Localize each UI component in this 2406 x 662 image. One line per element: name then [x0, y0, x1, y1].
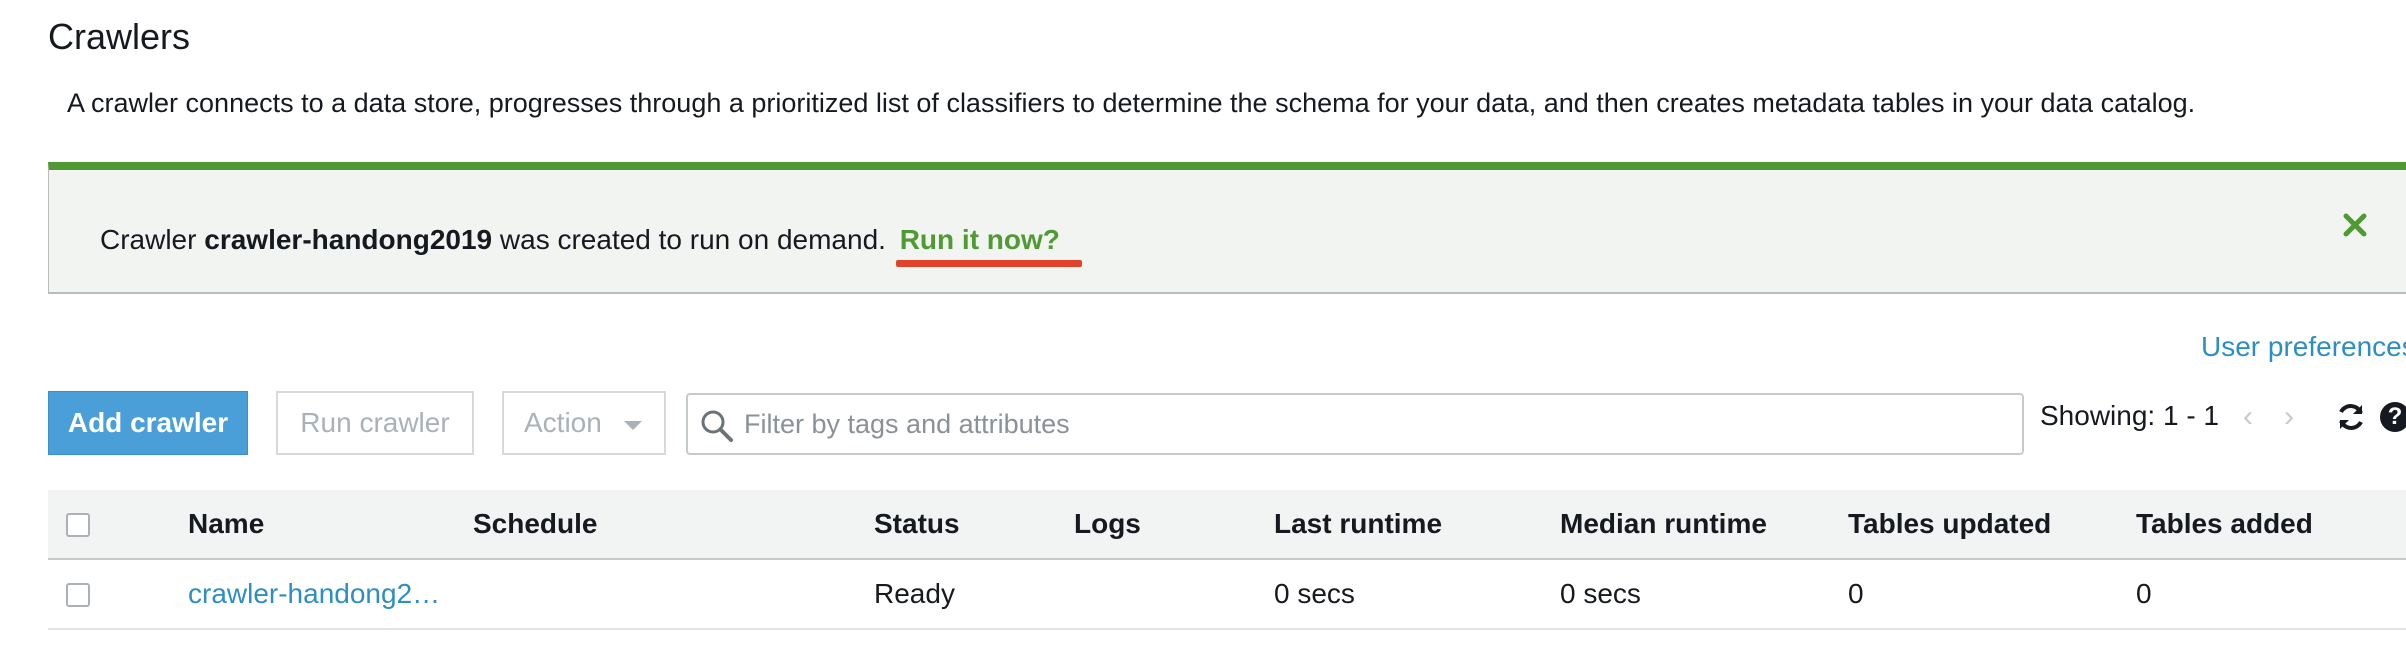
page-description: A crawler connects to a data store, prog… — [67, 88, 2196, 118]
refresh-icon[interactable] — [2335, 401, 2367, 433]
search-icon — [701, 410, 733, 442]
page-title: Crawlers — [48, 16, 191, 57]
pagination-showing: Showing: 1 - 1 — [2040, 400, 2219, 431]
run-it-now-link[interactable]: Run it now? — [900, 224, 1060, 255]
close-icon[interactable] — [2340, 210, 2370, 240]
chevron-left-icon[interactable]: ‹ — [2243, 400, 2253, 434]
column-header-median-runtime[interactable]: Median runtime — [1560, 508, 1767, 540]
filter-input[interactable] — [744, 395, 2014, 453]
column-header-tables-added[interactable]: Tables added — [2136, 508, 2313, 540]
caret-down-icon — [624, 421, 642, 430]
help-icon[interactable]: ? — [2380, 402, 2406, 432]
cell-tables-added: 0 — [2136, 578, 2152, 609]
row-checkbox[interactable] — [66, 583, 90, 607]
table-row[interactable]: crawler-handong2… Ready 0 secs 0 secs 0 … — [48, 560, 2406, 630]
flash-message-text: was created to run on demand. — [499, 224, 886, 255]
column-header-schedule[interactable]: Schedule — [473, 508, 597, 540]
flash-message: Crawler crawler-handong2019 was created … — [100, 224, 1060, 256]
user-preferences-link[interactable]: User preferences — [2201, 331, 2406, 363]
cell-status: Ready — [874, 578, 955, 609]
annotation-underline — [896, 260, 1082, 267]
chevron-right-icon[interactable]: › — [2284, 400, 2294, 434]
action-dropdown-label: Action — [524, 407, 602, 438]
action-dropdown[interactable]: Action — [502, 391, 666, 455]
success-flash-banner: Crawler crawler-handong2019 was created … — [48, 162, 2406, 294]
cell-median-runtime: 0 secs — [1560, 578, 1641, 609]
column-header-status[interactable]: Status — [874, 508, 960, 540]
column-header-tables-updated[interactable]: Tables updated — [1848, 508, 2051, 540]
flash-crawler-name: crawler-handong2019 — [204, 224, 493, 255]
table-header: Name Schedule Status Logs Last runtime M… — [48, 490, 2406, 560]
crawler-name-link[interactable]: crawler-handong2… — [188, 578, 440, 610]
add-crawler-button[interactable]: Add crawler — [48, 391, 248, 455]
cell-last-runtime: 0 secs — [1274, 578, 1355, 609]
flash-prefix: Crawler — [100, 224, 197, 255]
select-all-checkbox[interactable] — [66, 513, 90, 537]
filter-search-box[interactable] — [686, 393, 2024, 455]
run-crawler-button[interactable]: Run crawler — [276, 391, 474, 455]
cell-tables-updated: 0 — [1848, 578, 1864, 609]
column-header-last-runtime[interactable]: Last runtime — [1274, 508, 1442, 540]
column-header-logs[interactable]: Logs — [1074, 508, 1141, 540]
column-header-name[interactable]: Name — [188, 508, 264, 540]
